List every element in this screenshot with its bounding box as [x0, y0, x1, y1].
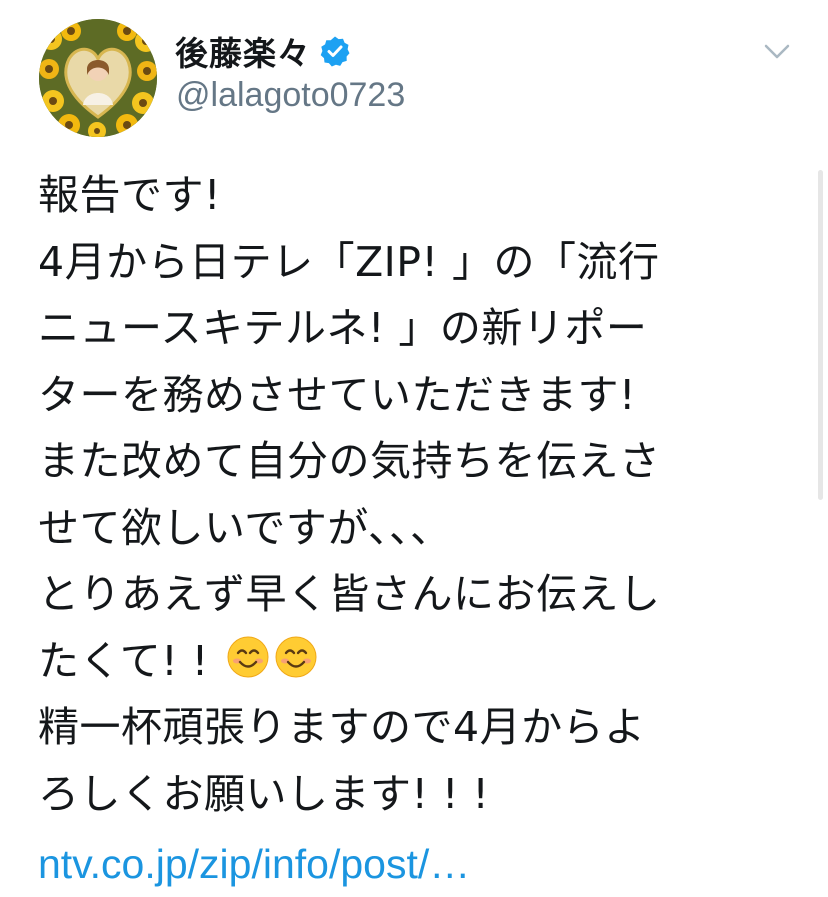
tweet-text: 報告です! 4月から日テレ「ZIP! 」の「流行 ニュースキテルネ! 」の新リポ…	[38, 162, 798, 827]
tweet-line-with-emoji: たくて! !	[38, 628, 798, 695]
user-handle[interactable]: @lalagoto0723	[176, 76, 405, 115]
tweet-line: せて欲しいですが、、、	[38, 503, 452, 552]
tweet-line: ターを務めさせていただきます!	[38, 370, 636, 419]
verified-badge-icon	[319, 35, 351, 67]
tweet-line-text: たくて! !	[38, 636, 223, 685]
smiling-face-emoji-icon	[274, 635, 318, 679]
tweet-link[interactable]: ntv.co.jp/zip/info/post/…	[38, 841, 470, 888]
tweet-card: 後藤楽々 @lalagoto0723 報告です! 4月から日テレ「ZIP! 」の…	[0, 0, 828, 897]
tweet-line: 精一杯頑張りますので4月からよ	[38, 703, 646, 751]
name-row: 後藤楽々	[175, 28, 351, 74]
scrollbar[interactable]	[818, 170, 823, 500]
smiling-face-emoji-icon	[226, 635, 270, 679]
avatar[interactable]	[39, 19, 157, 137]
tweet-line: とりあえず早く皆さんにお伝えし	[38, 570, 661, 618]
tweet-line: また改めて自分の気持ちを伝えさ	[38, 437, 661, 485]
tweet-line: 4月から日テレ「ZIP! 」の「流行	[38, 237, 660, 286]
avatar-image	[39, 19, 157, 137]
tweet-line: ろしくお願いします! ! !	[38, 769, 490, 818]
tweet-line: ニュースキテルネ! 」の新リポー	[38, 304, 648, 352]
chevron-down-icon[interactable]	[762, 40, 792, 64]
display-name[interactable]: 後藤楽々	[175, 27, 311, 75]
tweet-line: 報告です!	[38, 171, 221, 219]
